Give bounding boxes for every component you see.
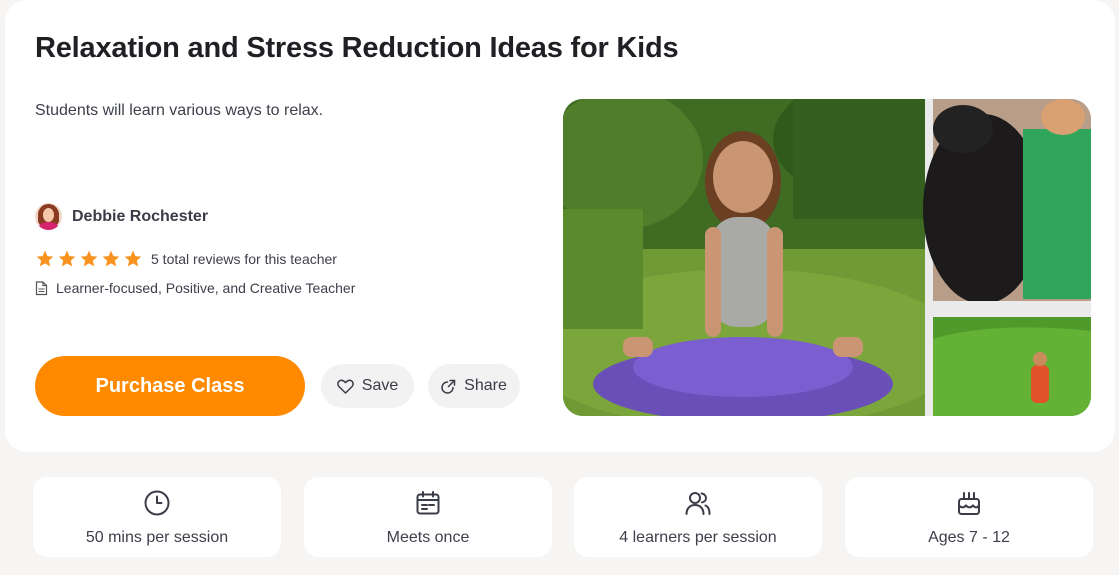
teacher-reviews[interactable]: 5 total reviews for this teacher bbox=[35, 249, 337, 269]
star-icon bbox=[36, 250, 54, 267]
clock-icon bbox=[144, 490, 170, 516]
star-icon bbox=[58, 250, 76, 267]
save-label[interactable]: Save bbox=[362, 377, 398, 395]
users-icon bbox=[685, 492, 711, 515]
tagline-text: Learner-focused, Positive, and Creative … bbox=[56, 280, 356, 296]
stat-label: 4 learners per session bbox=[619, 529, 777, 546]
stat-meetings: Meets once bbox=[304, 477, 552, 557]
class-photo-collage[interactable] bbox=[563, 99, 1091, 416]
save-button[interactable]: Save bbox=[321, 364, 414, 408]
collage-image bbox=[563, 99, 1091, 416]
stat-label: Ages 7 - 12 bbox=[928, 529, 1010, 546]
star-icon bbox=[124, 250, 142, 267]
page-title: Relaxation and Stress Reduction Ideas fo… bbox=[35, 32, 679, 64]
cake-icon bbox=[958, 492, 980, 515]
share-button[interactable]: Share bbox=[428, 364, 520, 408]
teacher-name[interactable]: Debbie Rochester bbox=[72, 208, 208, 226]
purchase-class-button[interactable]: Purchase Class bbox=[35, 356, 305, 416]
calendar-icon bbox=[416, 491, 440, 515]
class-header-card: Relaxation and Stress Reduction Ideas fo… bbox=[5, 0, 1115, 452]
stat-session-length: 50 mins per session bbox=[33, 477, 281, 557]
rating-stars bbox=[35, 249, 143, 269]
stat-class-size: 4 learners per session bbox=[574, 477, 822, 557]
teacher-tagline: Learner-focused, Positive, and Creative … bbox=[35, 280, 355, 296]
share-label[interactable]: Share bbox=[464, 377, 507, 395]
share-icon bbox=[441, 379, 456, 394]
class-description: Students will learn various ways to rela… bbox=[35, 102, 324, 119]
teacher-link[interactable]: Debbie Rochester bbox=[35, 203, 208, 230]
stat-ages: Ages 7 - 12 bbox=[845, 477, 1093, 557]
stat-label: Meets once bbox=[386, 529, 470, 546]
star-icon bbox=[80, 250, 98, 267]
stat-label: 50 mins per session bbox=[85, 529, 229, 546]
document-icon bbox=[35, 280, 48, 295]
heart-icon bbox=[336, 379, 354, 394]
avatar[interactable] bbox=[35, 203, 62, 230]
star-icon bbox=[102, 250, 120, 267]
reviews-count-text[interactable]: 5 total reviews for this teacher bbox=[151, 251, 337, 267]
